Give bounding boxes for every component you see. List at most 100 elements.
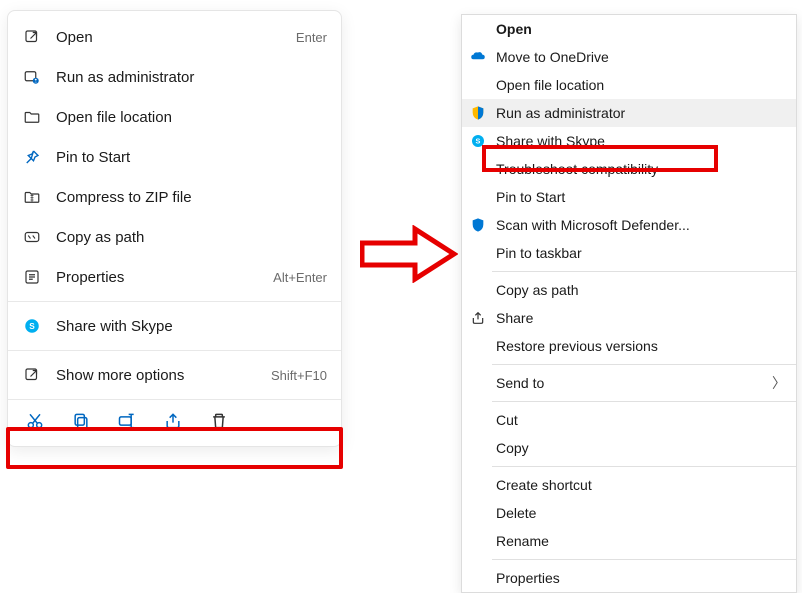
onedrive-icon [468, 47, 488, 67]
menu-item-properties[interactable]: Properties Alt+Enter [8, 257, 341, 297]
copy-icon[interactable] [70, 410, 92, 432]
separator [492, 559, 796, 560]
pin-icon [22, 147, 42, 167]
menu-item-label: Send to [496, 375, 764, 391]
blank-icon [468, 475, 488, 495]
path-icon [22, 227, 42, 247]
menu-item-pin-taskbar[interactable]: Pin to taskbar [462, 239, 796, 267]
menu-item-share-skype[interactable]: S Share with Skype [8, 306, 341, 346]
menu-item-scan-defender[interactable]: Scan with Microsoft Defender... [462, 211, 796, 239]
menu-item-label: Restore previous versions [496, 338, 786, 354]
separator [492, 271, 796, 272]
cut-icon[interactable] [24, 410, 46, 432]
blank-icon [468, 75, 488, 95]
menu-item-share-skype[interactable]: S Share with Skype [462, 127, 796, 155]
menu-item-label: Pin to Start [56, 149, 327, 166]
menu-item-open[interactable]: Open Enter [8, 17, 341, 57]
blank-icon [468, 19, 488, 39]
menu-item-label: Open [56, 29, 282, 46]
menu-item-label: Share with Skype [496, 133, 786, 149]
menu-item-label: Create shortcut [496, 477, 786, 493]
blank-icon [468, 280, 488, 300]
menu-item-cut[interactable]: Cut [462, 406, 796, 434]
menu-item-send-to[interactable]: Send to 〉 [462, 369, 796, 397]
menu-item-delete[interactable]: Delete [462, 499, 796, 527]
blank-icon [468, 568, 488, 588]
blank-icon [468, 410, 488, 430]
menu-item-shortcut: Enter [296, 30, 327, 45]
blank-icon [468, 531, 488, 551]
menu-item-rename[interactable]: Rename [462, 527, 796, 555]
menu-item-label: Pin to Start [496, 189, 786, 205]
menu-item-properties[interactable]: Properties [462, 564, 796, 592]
defender-icon [468, 215, 488, 235]
menu-item-label: Properties [56, 269, 259, 286]
svg-text:S: S [29, 322, 35, 331]
separator [8, 350, 341, 351]
menu-item-copy-path[interactable]: Copy as path [8, 217, 341, 257]
menu-item-show-more[interactable]: Show more options Shift+F10 [8, 355, 341, 395]
menu-item-copy[interactable]: Copy [462, 434, 796, 462]
menu-item-pin-start[interactable]: Pin to Start [462, 183, 796, 211]
menu-item-shortcut: Alt+Enter [273, 270, 327, 285]
admin-icon [22, 67, 42, 87]
menu-item-label: Cut [496, 412, 786, 428]
menu-item-run-admin[interactable]: Run as administrator [462, 99, 796, 127]
properties-icon [22, 267, 42, 287]
blank-icon [468, 243, 488, 263]
rename-icon[interactable] [116, 410, 138, 432]
menu-item-label: Open file location [56, 109, 327, 126]
menu-item-label: Properties [496, 570, 786, 586]
arrow-out-icon [22, 27, 42, 47]
menu-item-label: Copy as path [496, 282, 786, 298]
menu-item-label: Share with Skype [56, 318, 327, 335]
skype-icon: S [468, 131, 488, 151]
menu-item-label: Run as administrator [56, 69, 327, 86]
blank-icon [468, 373, 488, 393]
menu-item-label: Open [496, 21, 786, 37]
svg-text:S: S [476, 137, 481, 146]
menu-item-restore-versions[interactable]: Restore previous versions [462, 332, 796, 360]
zip-icon [22, 187, 42, 207]
menu-item-open-location[interactable]: Open file location [462, 71, 796, 99]
delete-icon[interactable] [208, 410, 230, 432]
separator [492, 466, 796, 467]
separator [492, 364, 796, 365]
menu-item-troubleshoot[interactable]: Troubleshoot compatibility [462, 155, 796, 183]
separator [492, 401, 796, 402]
menu-item-run-admin[interactable]: Run as administrator [8, 57, 341, 97]
menu-item-label: Open file location [496, 77, 786, 93]
menu-item-label: Compress to ZIP file [56, 189, 327, 206]
classic-context-menu: Open Move to OneDrive Open file location… [461, 14, 797, 593]
menu-item-compress-zip[interactable]: Compress to ZIP file [8, 177, 341, 217]
menu-item-pin-start[interactable]: Pin to Start [8, 137, 341, 177]
menu-item-shortcut: Shift+F10 [271, 368, 327, 383]
separator [8, 301, 341, 302]
shield-icon [468, 103, 488, 123]
menu-item-label: Delete [496, 505, 786, 521]
menu-item-copy-path[interactable]: Copy as path [462, 276, 796, 304]
menu-item-label: Pin to taskbar [496, 245, 786, 261]
menu-item-label: Copy as path [56, 229, 327, 246]
blank-icon [468, 438, 488, 458]
blank-icon [468, 187, 488, 207]
blank-icon [468, 503, 488, 523]
menu-item-move-onedrive[interactable]: Move to OneDrive [462, 43, 796, 71]
menu-item-label: Troubleshoot compatibility [496, 161, 786, 177]
menu-item-label: Run as administrator [496, 105, 786, 121]
blank-icon [468, 159, 488, 179]
menu-item-label: Copy [496, 440, 786, 456]
menu-item-label: Move to OneDrive [496, 49, 786, 65]
menu-item-open-location[interactable]: Open file location [8, 97, 341, 137]
menu-item-label: Rename [496, 533, 786, 549]
share-icon[interactable] [162, 410, 184, 432]
menu-item-label: Share [496, 310, 786, 326]
chevron-right-icon: 〉 [772, 373, 786, 393]
menu-item-create-shortcut[interactable]: Create shortcut [462, 471, 796, 499]
win11-context-menu: Open Enter Run as administrator Open fil… [7, 10, 342, 447]
menu-item-open[interactable]: Open [462, 15, 796, 43]
more-icon [22, 365, 42, 385]
menu-item-label: Scan with Microsoft Defender... [496, 217, 786, 233]
share-icon [468, 308, 488, 328]
menu-item-share[interactable]: Share [462, 304, 796, 332]
